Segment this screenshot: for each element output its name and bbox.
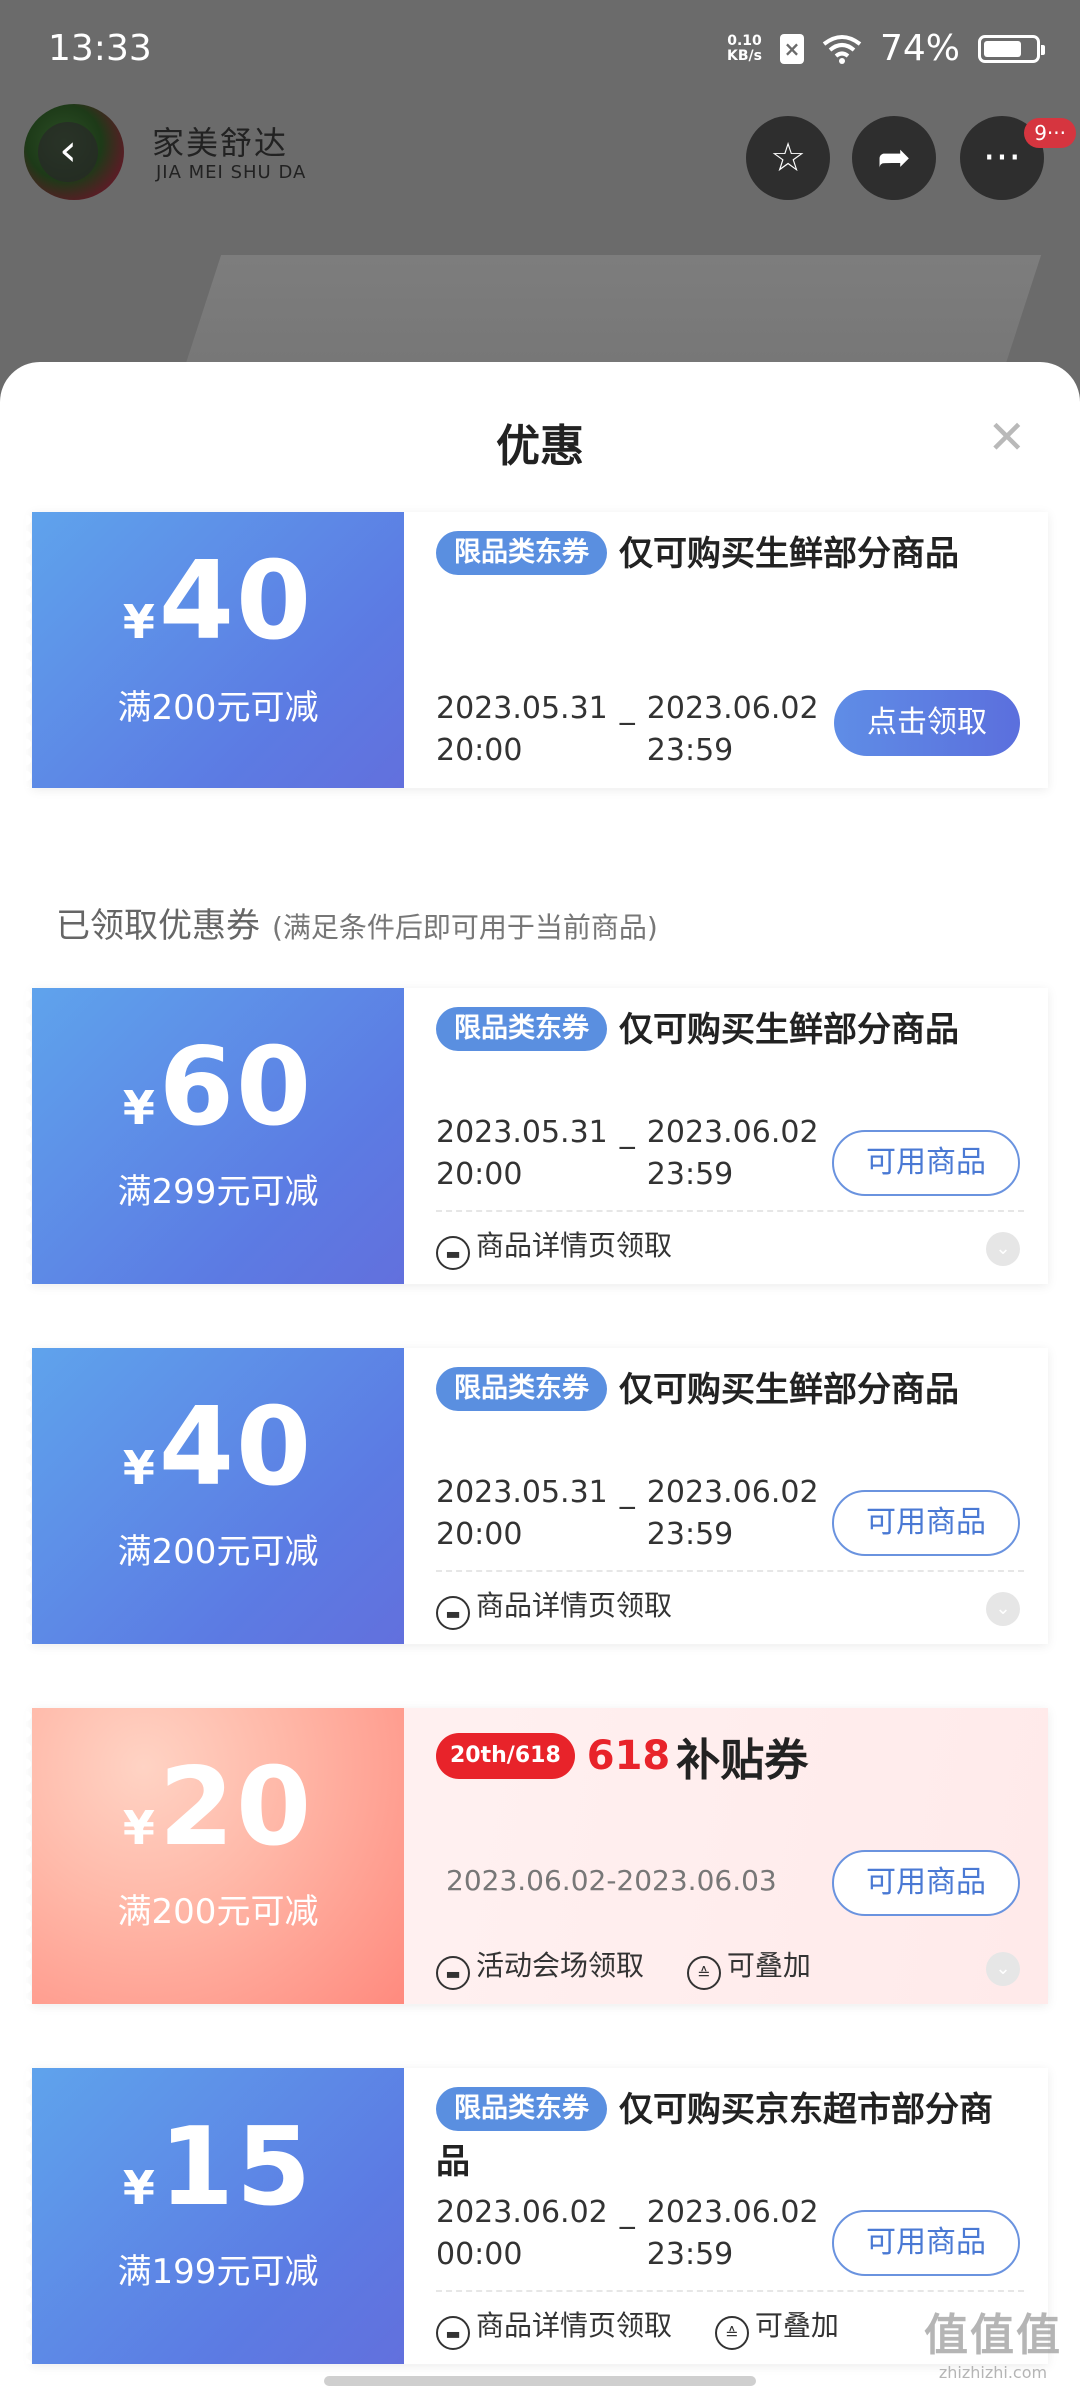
watermark: 值值值 zhizhizhi.com xyxy=(924,2310,1062,2382)
divider xyxy=(436,1570,1024,1572)
coupon-condition: 满200元可减 xyxy=(117,688,319,728)
available-products-button[interactable]: 可用商品 xyxy=(832,2210,1020,2276)
coupon-value-panel: ¥40 满200元可减 xyxy=(26,1348,404,1644)
chevron-left-icon: ‹ xyxy=(59,125,77,176)
chevron-down-icon[interactable]: ⌄ xyxy=(986,1592,1020,1626)
status-bar: 13:33 0.10 KB/s × 74% xyxy=(0,0,1080,100)
coupon-source: 商品详情页领取 xyxy=(476,1589,673,1622)
brand-header: ‹ 家美舒达 JIA MEI SHU DA xyxy=(24,100,324,200)
coupon-title: 限品类东券 仅可购买生鲜部分商品 xyxy=(436,1364,996,1416)
claimed-coupon: ¥15 满199元可减 限品类东券 仅可购买京东超市部分商品 2023.06.02… xyxy=(26,2068,1048,2364)
claimed-coupon: ¥60 满299元可减 限品类东券 仅可购买生鲜部分商品 2023.05.31 20… xyxy=(26,988,1048,1284)
stack-icon: ≙ xyxy=(714,2316,749,2350)
share-button[interactable]: ➦ xyxy=(852,116,936,200)
ticket-icon: ▬ xyxy=(436,1596,470,1630)
currency-symbol: ¥ xyxy=(122,1441,155,1495)
currency-symbol: ¥ xyxy=(122,2161,155,2215)
section-subtitle: (满足条件后即可用于当前商品) xyxy=(272,911,658,944)
claimed-coupon-promo: ¥20 满200元可减 20th/618 618 补贴券 2023.06.02-… xyxy=(26,1708,1048,2004)
coupon-amount: 20 xyxy=(158,1745,314,1870)
divider xyxy=(436,1210,1024,1212)
coupon-sheet: 优惠 ✕ ¥40 满200元可减 限品类东券 仅可购买生鲜部分商品 2023.05… xyxy=(0,362,1080,2400)
available-products-button[interactable]: 可用商品 xyxy=(832,1490,1020,1556)
coupon-validity: 2023.06.02 00:00_ 2023.06.02 23:59 xyxy=(436,2195,819,2272)
promo-title: 20th/618 618 补贴券 xyxy=(436,1728,808,1786)
coupon-validity: 2023.05.31 20:00_ 2023.06.02 23:59 xyxy=(436,1475,819,1552)
coupon-condition: 满200元可减 xyxy=(117,1892,319,1932)
coupon-condition: 满299元可减 xyxy=(117,1172,319,1212)
currency-symbol: ¥ xyxy=(122,595,155,649)
chevron-down-icon[interactable]: ⌄ xyxy=(986,1232,1020,1266)
section-title: 已领取优惠券 (满足条件后即可用于当前商品) xyxy=(56,906,658,946)
divider xyxy=(436,2290,1024,2292)
battery-icon xyxy=(978,34,1045,63)
coupon-title: 限品类东券 仅可购买京东超市部分商品 xyxy=(436,2084,996,2188)
claimed-coupon: ¥40 满200元可减 限品类东券 仅可购买生鲜部分商品 2023.05.31 20… xyxy=(26,1348,1048,1644)
coupon-amount: 60 xyxy=(158,1025,314,1150)
coupon-tag: 限品类东券 xyxy=(436,531,607,575)
wifi-icon xyxy=(822,34,862,64)
sheet-title: 优惠 xyxy=(496,421,584,472)
status-time: 13:33 xyxy=(48,28,152,69)
coupon-tag: 限品类东券 xyxy=(436,1367,607,1411)
no-sim-icon: × xyxy=(779,33,804,64)
coupon-value-panel: ¥20 满200元可减 xyxy=(26,1708,404,2004)
coupon-source-row: ▬ 商品详情页领取 ≙ 可叠加 xyxy=(436,2304,873,2350)
favorite-button[interactable]: ☆ xyxy=(746,116,830,200)
home-indicator[interactable] xyxy=(324,2376,756,2386)
coupon-tag: 限品类东券 xyxy=(436,2087,607,2131)
available-products-button[interactable]: 可用商品 xyxy=(832,1850,1020,1916)
stackable-label: 可叠加 xyxy=(754,2309,839,2342)
available-products-button[interactable]: 可用商品 xyxy=(832,1130,1020,1196)
coupon-amount: 40 xyxy=(158,1385,314,1510)
coupon-title: 限品类东券 仅可购买生鲜部分商品 xyxy=(436,1004,996,1056)
coupon-validity: 2023.05.31 20:00_ 2023.06.02 23:59 xyxy=(436,1115,819,1192)
coupon-amount: 40 xyxy=(158,539,314,664)
coupon-source: 活动会场领取 xyxy=(476,1949,645,1982)
star-icon: ☆ xyxy=(770,135,806,181)
promo-logo: 20th/618 xyxy=(436,1733,575,1779)
coupon-value-panel: ¥15 满199元可减 xyxy=(26,2068,404,2364)
coupon-source-row: ▬ 活动会场领取 ≙ 可叠加 xyxy=(436,1944,845,1990)
brand-name-en: JIA MEI SHU DA xyxy=(156,162,307,183)
status-icons: 0.10 KB/s × 74% xyxy=(727,28,1045,69)
coupon-condition: 满200元可减 xyxy=(117,1532,319,1572)
coupon-value-panel: ¥40 满200元可减 xyxy=(26,512,404,788)
ticket-icon: ▬ xyxy=(436,1956,470,1990)
back-button[interactable]: ‹ xyxy=(38,122,98,182)
ticket-icon: ▬ xyxy=(436,2316,470,2350)
coupon-tag: 限品类东券 xyxy=(436,1007,607,1051)
share-icon: ➦ xyxy=(877,135,911,181)
brand-name-cn: 家美舒达 xyxy=(152,124,289,162)
coupon-source-row: ▬ 商品详情页领取 xyxy=(436,1584,706,1630)
coupon-condition: 满199元可减 xyxy=(117,2252,319,2292)
message-badge: 9··· xyxy=(1024,118,1076,148)
claim-coupon-button[interactable]: 点击领取 xyxy=(834,690,1020,756)
close-icon[interactable]: ✕ xyxy=(987,414,1026,460)
claimable-coupon: ¥40 满200元可减 限品类东券 仅可购买生鲜部分商品 2023.05.31 20… xyxy=(26,512,1048,788)
coupon-validity: 2023.06.02-2023.06.03 xyxy=(446,1864,777,1897)
stack-icon: ≙ xyxy=(686,1956,721,1990)
stackable-label: 可叠加 xyxy=(726,1949,811,1982)
coupon-value-panel: ¥60 满299元可减 xyxy=(26,988,404,1284)
more-icon: ··· xyxy=(982,135,1022,181)
coupon-amount: 15 xyxy=(158,2105,314,2230)
chevron-down-icon[interactable]: ⌄ xyxy=(986,1952,1020,1986)
net-speed: 0.10 KB/s xyxy=(727,32,762,64)
battery-fill xyxy=(984,40,1021,57)
coupon-source: 商品详情页领取 xyxy=(476,2309,673,2342)
battery-percent: 74% xyxy=(879,28,960,69)
ticket-icon: ▬ xyxy=(436,1236,470,1270)
promo-number: 618 xyxy=(586,1733,671,1779)
currency-symbol: ¥ xyxy=(122,1081,155,1135)
coupon-source-row: ▬ 商品详情页领取 xyxy=(436,1224,706,1270)
currency-symbol: ¥ xyxy=(122,1801,155,1855)
promo-name: 补贴券 xyxy=(676,1735,809,1786)
coupon-validity: 2023.05.31 20:00_ 2023.06.02 23:59 xyxy=(436,691,819,768)
coupon-source: 商品详情页领取 xyxy=(476,1229,673,1262)
coupon-title: 限品类东券 仅可购买生鲜部分商品 xyxy=(436,528,996,580)
